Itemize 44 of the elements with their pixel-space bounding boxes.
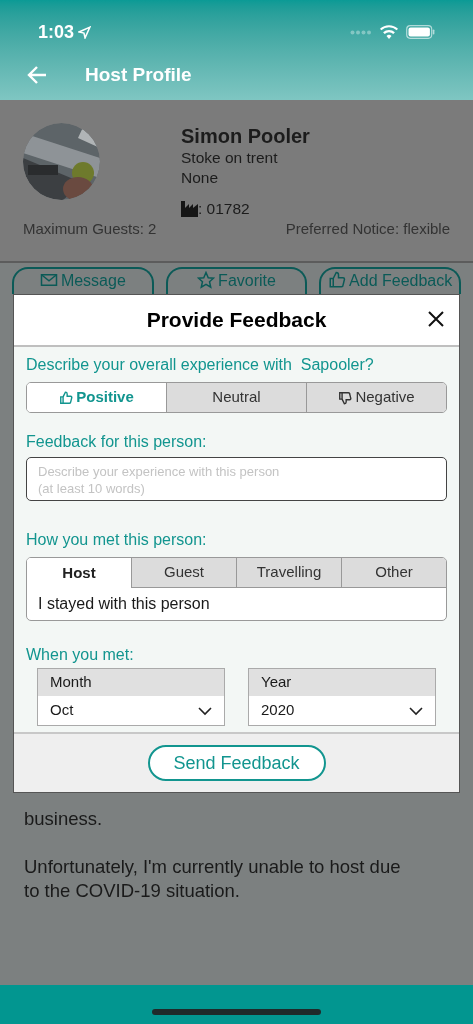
met-tab[interactable]: Guest (131, 558, 236, 588)
thumbs-down-icon (338, 390, 353, 405)
question-label: Describe your overall experience with Sapooler? (26, 355, 375, 375)
mail-icon (39, 271, 58, 289)
chevron-down-icon (198, 705, 212, 716)
send-feedback-button[interactable]: Send Feedback (147, 745, 326, 781)
battery-icon (406, 25, 435, 39)
star-icon (197, 271, 216, 289)
status-time: 1:03 (38, 20, 75, 44)
date-select[interactable]: Month Oct (37, 668, 225, 726)
host-phone: : 01782 (198, 199, 250, 219)
rating-option[interactable]: Neutral (166, 383, 306, 412)
page-title: Host Profile (85, 62, 192, 87)
signal-dots-icon (350, 29, 372, 35)
select-value: Oct (50, 700, 74, 721)
thumbs-up-icon (328, 271, 347, 289)
preferred-notice: Preferred Notice: flexible (285, 219, 450, 240)
feedback-field[interactable]: Describe your experience with this person (at least 10 words) (26, 457, 447, 501)
feedback-label: Feedback for this person: (26, 432, 208, 452)
wifi-icon (380, 25, 398, 39)
thumbs-up-icon (59, 390, 74, 405)
host-name: Simon Pooler (181, 124, 310, 148)
about-text: Unfortunately, I'm currently unable to host due (24, 855, 402, 879)
chevron-down-icon (409, 705, 423, 716)
date-select[interactable]: Year 2020 (248, 668, 436, 726)
select-label: Year (249, 669, 435, 696)
max-guests: Maximum Guests: 2 (23, 219, 157, 240)
host-detail: None (181, 168, 220, 188)
select-value: 2020 (261, 700, 295, 721)
met-description: I stayed with this person (37, 594, 211, 614)
about-text: to the COVID-19 situation. (24, 879, 241, 903)
about-text: business. (24, 807, 104, 831)
close-button[interactable] (427, 310, 445, 328)
met-label: How you met this person: (26, 530, 208, 550)
factory-icon (181, 200, 198, 217)
rating-option[interactable]: Positive (27, 383, 166, 412)
location-arrow-icon (78, 25, 92, 39)
dialog-title: Provide Feedback (146, 307, 327, 334)
select-label: Month (38, 669, 224, 696)
host-location: Stoke on trent (181, 148, 279, 168)
rating-option[interactable]: Negative (306, 383, 446, 412)
met-tab[interactable]: Travelling (236, 558, 341, 588)
met-tab[interactable]: Other (341, 558, 446, 588)
when-label: When you met: (26, 645, 135, 665)
